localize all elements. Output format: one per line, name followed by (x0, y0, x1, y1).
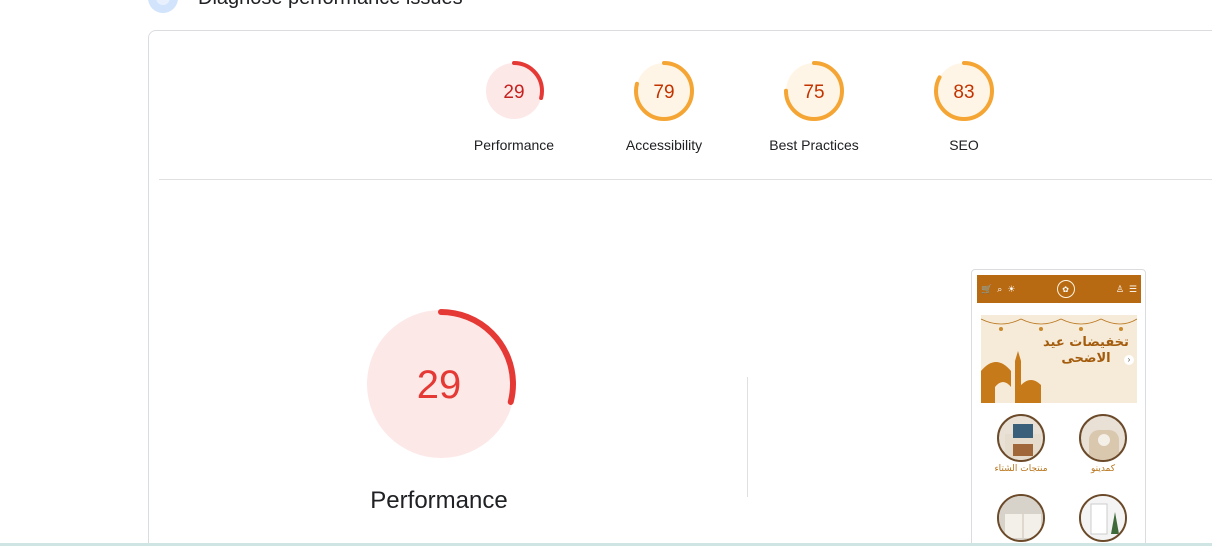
category-image (1079, 494, 1127, 542)
gauge-seo-ring: 83 (934, 61, 994, 121)
gauge-performance-ring: 29 (484, 61, 544, 121)
preview-category: منتجات الشتاء (986, 414, 1056, 474)
gauge-seo-label: SEO (949, 137, 979, 153)
preview-site-header: 🛒 ⌕ ☀ ✿ ♙ ☰ (977, 275, 1141, 303)
diagnose-heading: Diagnose performance issues (148, 0, 463, 13)
lighthouse-report: Diagnose performance issues 29 Performan… (0, 0, 1212, 546)
search-icon: ⌕ (997, 283, 1003, 294)
site-logo: ✿ (1056, 280, 1075, 298)
banner-text: تخفيضات عيد الاضحى (1043, 335, 1129, 366)
gauge-seo-value: 83 (953, 82, 974, 103)
page-screenshot-preview[interactable]: 🛒 ⌕ ☀ ✿ ♙ ☰ تخفيضات عيد الاضحى › كمدينو … (971, 269, 1146, 546)
gauge-seo[interactable]: 83 SEO (899, 59, 1029, 153)
category-image (997, 494, 1045, 542)
performance-big-label: Performance (370, 487, 508, 514)
report-card: 29 Performance 79 Accessibility 75 Best (148, 30, 1212, 546)
preview-category: كمدينو (1068, 414, 1138, 474)
gauge-best-practices-label: Best Practices (769, 137, 859, 153)
gauge-accessibility-label: Accessibility (625, 137, 703, 153)
mosque-illustration (981, 351, 1041, 403)
gauge-performance-label: Performance (473, 137, 555, 153)
gauge-best-practices-value: 75 (803, 82, 824, 103)
vertical-divider (747, 377, 748, 497)
preview-category (1068, 494, 1138, 542)
gauge-accessibility[interactable]: 79 Accessibility (599, 59, 729, 153)
banner-next-icon: › (1124, 355, 1134, 365)
cart-icon: 🛒 (981, 283, 993, 294)
category-image (1079, 414, 1127, 462)
category-label: منتجات الشتاء (994, 464, 1048, 474)
preview-category (986, 494, 1056, 542)
diagnose-title: Diagnose performance issues (198, 0, 463, 10)
gauges-divider (159, 179, 1212, 180)
sun-icon: ☀ (1007, 283, 1016, 294)
performance-big-gauge: 29 (366, 309, 516, 459)
score-gauges: 29 Performance 79 Accessibility 75 Best (149, 59, 1212, 189)
performance-big-value: 29 (417, 363, 462, 407)
gauge-best-practices-ring: 75 (784, 61, 844, 121)
diagnose-icon (148, 0, 178, 13)
gauge-accessibility-value: 79 (653, 82, 674, 103)
gauge-performance-value: 29 (503, 82, 524, 103)
preview-banner: تخفيضات عيد الاضحى › (981, 315, 1137, 403)
menu-icon: ☰ (1128, 283, 1137, 294)
gauge-accessibility-ring: 79 (634, 61, 694, 121)
lantern-decoration (981, 318, 1137, 331)
user-icon: ♙ (1115, 283, 1124, 294)
gauge-performance[interactable]: 29 Performance (449, 59, 579, 153)
category-label: كمدينو (1090, 464, 1116, 474)
category-image (997, 414, 1045, 462)
gauge-best-practices[interactable]: 75 Best Practices (749, 59, 879, 153)
